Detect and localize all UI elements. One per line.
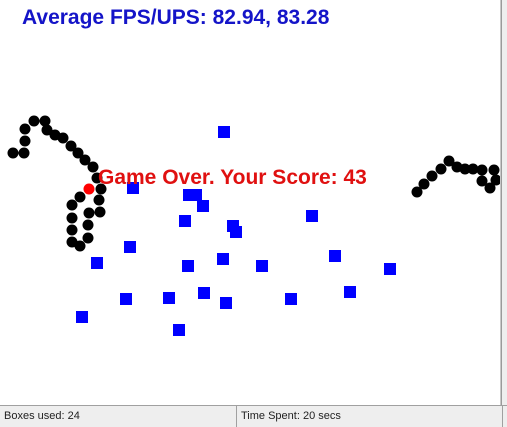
obstacle-box	[197, 200, 209, 212]
obstacle-box	[220, 297, 232, 309]
obstacle-box	[173, 324, 185, 336]
worm-segment	[18, 147, 30, 159]
obstacle-box	[198, 287, 210, 299]
worm-segment	[19, 135, 31, 147]
worm-segment	[19, 123, 31, 135]
obstacle-box	[256, 260, 268, 272]
obstacle-box	[344, 286, 356, 298]
obstacle-box	[190, 189, 202, 201]
worm-segment	[82, 219, 94, 231]
worm-segment	[74, 191, 86, 203]
worm-segment	[87, 161, 99, 173]
worm-segment	[94, 206, 106, 218]
game-canvas[interactable]: Average FPS/UPS: 82.94, 83.28 Game Over.…	[0, 0, 501, 405]
obstacle-box	[329, 250, 341, 262]
worm-segment	[66, 236, 78, 248]
obstacle-boxes	[76, 126, 396, 336]
worm-segment	[66, 199, 78, 211]
worm-segment	[7, 147, 19, 159]
worm-segment	[476, 175, 488, 187]
worm-segment	[418, 178, 430, 190]
worm-head	[83, 183, 95, 195]
time-spent-field: Time Spent: 20 secs	[237, 406, 503, 427]
window-edge	[501, 0, 507, 405]
obstacle-box	[285, 293, 297, 305]
obstacle-box	[76, 311, 88, 323]
boxes-used-field: Boxes used: 24	[0, 406, 237, 427]
obstacle-box	[179, 215, 191, 227]
obstacle-box	[306, 210, 318, 222]
game-over-message: Game Over. Your Score: 43	[98, 166, 367, 189]
worm-segment	[435, 163, 447, 175]
worm-segment	[66, 224, 78, 236]
worm-segment	[66, 212, 78, 224]
worm-segment	[57, 132, 69, 144]
fps-ups-readout: Average FPS/UPS: 82.94, 83.28	[22, 6, 330, 29]
worm-segment	[28, 115, 40, 127]
worm-segment	[82, 232, 94, 244]
obstacle-box	[384, 263, 396, 275]
worm-segment	[488, 164, 500, 176]
game-board[interactable]	[0, 0, 500, 405]
obstacle-box	[120, 293, 132, 305]
worm-segment	[476, 164, 488, 176]
obstacle-box	[91, 257, 103, 269]
obstacle-box	[182, 260, 194, 272]
obstacle-box	[218, 126, 230, 138]
obstacle-box	[163, 292, 175, 304]
obstacle-box	[124, 241, 136, 253]
status-bar: Boxes used: 24 Time Spent: 20 secs	[0, 405, 507, 427]
obstacle-box	[217, 253, 229, 265]
worm-segment	[93, 194, 105, 206]
obstacle-box	[230, 226, 242, 238]
worm-segment	[426, 170, 438, 182]
worm-segment	[83, 207, 95, 219]
